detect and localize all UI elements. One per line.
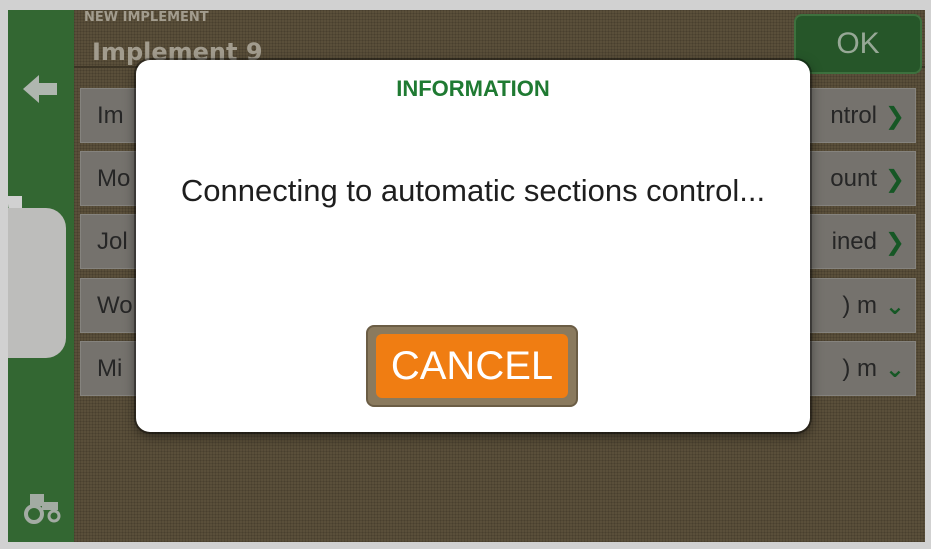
- dialog-message: Connecting to automatic sections control…: [180, 173, 766, 208]
- cancel-button-frame: CANCEL: [366, 325, 578, 407]
- app-screen: G7 NEW IMPLEMENT Implement 9 OK Im ntrol…: [0, 0, 931, 549]
- dialog-title: INFORMATION: [396, 76, 550, 101]
- cancel-button[interactable]: CANCEL: [376, 334, 568, 398]
- information-dialog: INFORMATION Connecting to automatic sect…: [136, 60, 810, 432]
